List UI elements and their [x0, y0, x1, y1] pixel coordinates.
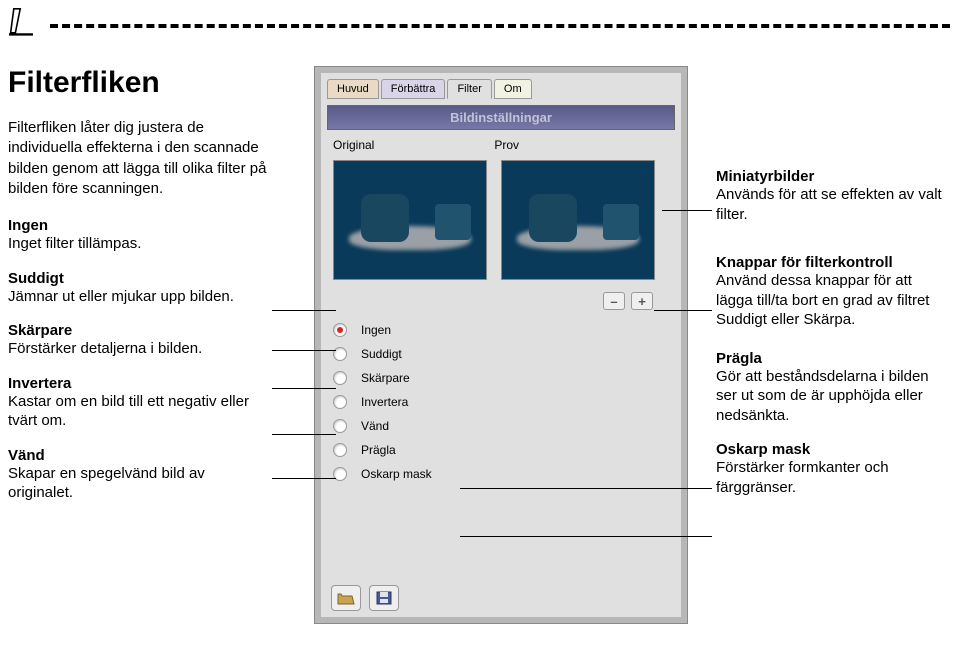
thumbnail-prov	[501, 160, 655, 280]
desc-pragla: Prägla Gör att beståndsdelarna i bilden …	[716, 350, 952, 426]
radio-label: Skärpare	[361, 371, 410, 385]
right-column: Miniatyrbilder Används för att se effekt…	[716, 168, 952, 513]
section-bar: Bildinställningar	[327, 105, 675, 130]
left-column: Filterfliken Filterfliken låter dig just…	[8, 66, 270, 519]
radio-pragla[interactable]: Prägla	[333, 438, 669, 462]
desc-label: Vänd	[8, 447, 270, 464]
bottom-toolbar	[331, 585, 399, 611]
desc-ingen: Ingen Inget filter tillämpas.	[8, 217, 270, 254]
radio-suddigt[interactable]: Suddigt	[333, 342, 669, 366]
tab-om[interactable]: Om	[494, 79, 532, 99]
radio-vand[interactable]: Vänd	[333, 414, 669, 438]
thumbnails	[321, 154, 681, 288]
radio-ingen[interactable]: Ingen	[333, 318, 669, 342]
desc-label: Miniatyrbilder	[716, 168, 952, 185]
tabs: Huvud Förbättra Filter Om	[321, 73, 681, 99]
desc-label: Skärpare	[8, 322, 270, 339]
radio-label: Invertera	[361, 395, 408, 409]
connector	[272, 310, 336, 311]
connector	[272, 388, 336, 389]
tab-huvud[interactable]: Huvud	[327, 79, 379, 99]
desc-label: Prägla	[716, 350, 952, 367]
desc-text: Förstärker detaljerna i bilden.	[8, 339, 270, 359]
minus-button[interactable]: –	[603, 292, 625, 310]
filter-panel: Huvud Förbättra Filter Om Bildinställnin…	[314, 66, 688, 624]
connector	[654, 310, 712, 311]
desc-text: Inget filter tillämpas.	[8, 234, 270, 254]
desc-miniatyrbilder: Miniatyrbilder Används för att se effekt…	[716, 168, 952, 224]
connector	[272, 478, 336, 479]
radio-icon	[333, 419, 347, 433]
desc-oskarp: Oskarp mask Förstärker formkanter och fä…	[716, 441, 952, 497]
thumbnail-original	[333, 160, 487, 280]
radio-label: Suddigt	[361, 347, 402, 361]
desc-text: Jämnar ut eller mjukar upp bilden.	[8, 287, 270, 307]
divider	[50, 24, 950, 28]
connector	[460, 488, 712, 489]
desc-label: Knappar för filterkontroll	[716, 254, 952, 271]
thumb-label-prov: Prov	[494, 138, 519, 152]
plus-button[interactable]: +	[631, 292, 653, 310]
desc-text: Förstärker formkanter och färggränser.	[716, 458, 952, 497]
desc-text: Gör att beståndsdelarna i bilden ser ut …	[716, 367, 952, 426]
connector	[662, 210, 712, 211]
thumb-label-original: Original	[333, 138, 374, 152]
desc-vand: Vänd Skapar en spegelvänd bild av origin…	[8, 447, 270, 503]
radio-oskarp[interactable]: Oskarp mask	[333, 462, 669, 486]
floppy-disk-icon	[376, 591, 392, 605]
desc-text: Skapar en spegelvänd bild av originalet.	[8, 464, 270, 503]
logo-icon	[8, 4, 42, 36]
desc-invertera: Invertera Kastar om en bild till ett neg…	[8, 375, 270, 431]
desc-label: Ingen	[8, 217, 270, 234]
radio-label: Ingen	[361, 323, 391, 337]
radio-list: Ingen Suddigt Skärpare Invertera Vänd Pr…	[321, 318, 681, 486]
desc-text: Används för att se effekten av valt filt…	[716, 185, 952, 224]
desc-suddigt: Suddigt Jämnar ut eller mjukar upp bilde…	[8, 270, 270, 307]
desc-label: Suddigt	[8, 270, 270, 287]
connector	[272, 434, 336, 435]
desc-skarpare: Skärpare Förstärker detaljerna i bilden.	[8, 322, 270, 359]
desc-label: Invertera	[8, 375, 270, 392]
intro-text: Filterfliken låter dig justera de indivi…	[8, 118, 270, 199]
radio-icon	[333, 323, 347, 337]
page-title: Filterfliken	[8, 66, 270, 100]
save-button[interactable]	[369, 585, 399, 611]
connector	[272, 350, 336, 351]
radio-icon	[333, 395, 347, 409]
desc-text: Kastar om en bild till ett negativ eller…	[8, 392, 270, 431]
radio-invertera[interactable]: Invertera	[333, 390, 669, 414]
open-button[interactable]	[331, 585, 361, 611]
desc-label: Oskarp mask	[716, 441, 952, 458]
radio-label: Oskarp mask	[361, 467, 432, 481]
tab-filter[interactable]: Filter	[447, 79, 491, 99]
desc-text: Använd dessa knappar för att lägga till/…	[716, 271, 952, 330]
folder-open-icon	[337, 591, 355, 605]
tab-forbattra[interactable]: Förbättra	[381, 79, 446, 99]
thumb-labels: Original Prov	[321, 136, 681, 154]
radio-icon	[333, 371, 347, 385]
radio-icon	[333, 443, 347, 457]
radio-label: Prägla	[361, 443, 396, 457]
desc-knappar: Knappar för filterkontroll Använd dessa …	[716, 254, 952, 330]
filter-controls: – +	[321, 292, 681, 310]
radio-label: Vänd	[361, 419, 389, 433]
radio-skarpare[interactable]: Skärpare	[333, 366, 669, 390]
connector	[460, 536, 712, 537]
